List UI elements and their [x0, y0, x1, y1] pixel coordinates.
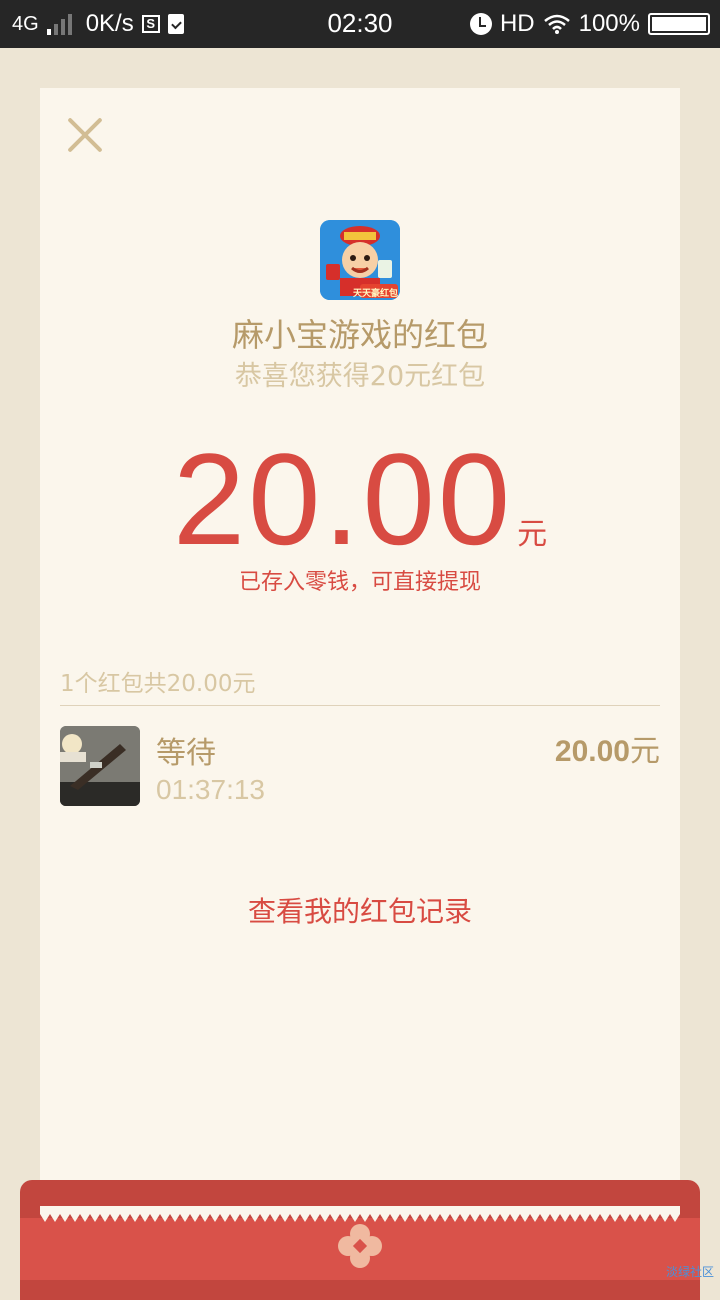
user-avatar: [60, 726, 140, 806]
record-amount: 20.00元: [555, 726, 660, 770]
view-history-link[interactable]: 查看我的红包记录: [40, 890, 680, 930]
list-item[interactable]: 等待 01:37:13 20.00元: [60, 726, 660, 808]
record-status: 等待: [156, 736, 216, 771]
battery-percent: 100%: [578, 10, 640, 37]
app-icon-caption: 天天豪红包: [352, 289, 398, 299]
alarm-icon: [469, 13, 492, 35]
status-bar: 4G 0K/s S 02:30 HD 100%: [0, 0, 720, 48]
envelope-zigzag-edge: [40, 1206, 680, 1222]
record-time: 01:37:13: [156, 774, 265, 805]
wifi-icon: [543, 14, 570, 34]
amount-display: 20.00 元: [40, 434, 680, 564]
close-icon[interactable]: [64, 114, 106, 156]
divider: [60, 705, 660, 706]
record-amount-unit: 元: [630, 734, 660, 769]
stored-to-wallet-note: 已存入零钱，可直接提现: [238, 570, 481, 595]
greeting-subtitle: 恭喜您获得20元红包: [234, 361, 486, 392]
watermark: 淡绿社区: [665, 1265, 714, 1279]
red-packet-detail-card: 天天豪红包 麻小宝游戏的红包 恭喜您获得20元红包 20.00 元 已存入零钱，可…: [40, 88, 680, 1218]
game-app-icon: 天天豪红包: [320, 220, 400, 300]
amount-unit: 元: [517, 517, 548, 552]
packet-summary: 1个红包共20.00元: [60, 671, 256, 697]
hd-indicator: HD: [499, 10, 535, 37]
record-amount-value: 20.00: [554, 735, 630, 768]
amount-value: 20.00: [172, 426, 514, 572]
battery-icon: [648, 13, 710, 35]
flower-emblem-icon: [338, 1224, 382, 1268]
app-title: 麻小宝游戏的红包: [231, 316, 488, 354]
